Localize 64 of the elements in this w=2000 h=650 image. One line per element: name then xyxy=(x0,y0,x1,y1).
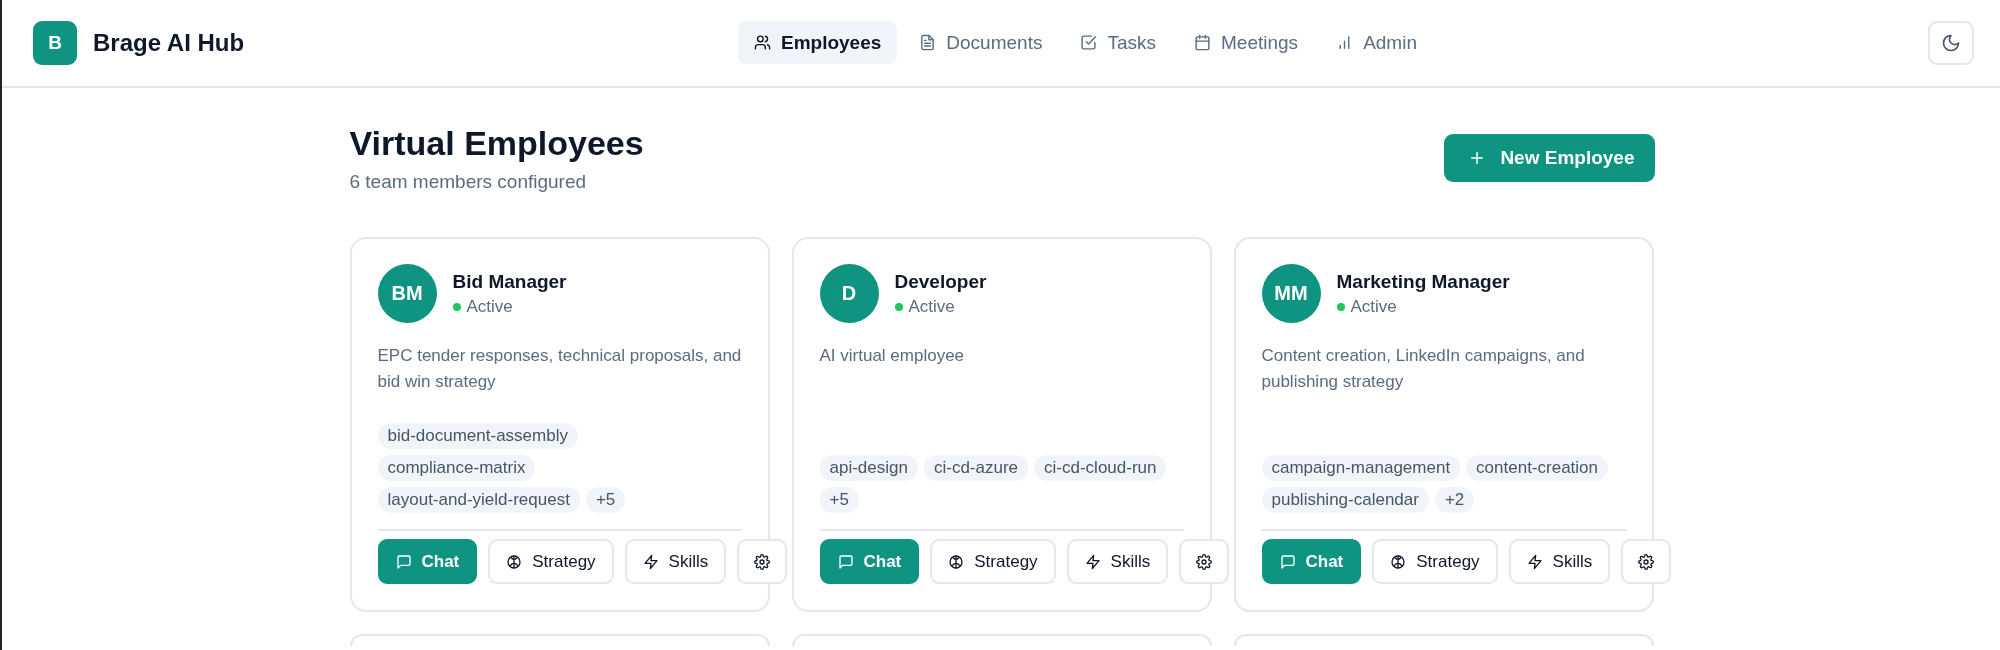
theme-toggle-button[interactable] xyxy=(1928,21,1974,65)
skill-tag: api-design xyxy=(819,455,918,481)
skill-tag: compliance-matrix xyxy=(377,455,536,481)
document-icon xyxy=(919,34,937,51)
skill-tag: ci-cd-cloud-run xyxy=(1034,455,1167,481)
moon-icon xyxy=(1941,33,1961,53)
status-label: Active xyxy=(908,296,955,317)
lightning-icon xyxy=(642,553,659,570)
lightning-icon xyxy=(1526,553,1543,570)
skills-button[interactable]: Skills xyxy=(624,539,727,584)
chat-button[interactable]: Chat xyxy=(819,539,920,584)
users-icon xyxy=(754,34,771,51)
calendar-icon xyxy=(1194,34,1211,51)
skills-button[interactable]: Skills xyxy=(1066,539,1169,584)
employee-description: EPC tender responses, technical proposals, and bid win strategy xyxy=(377,345,742,393)
brain-icon xyxy=(1390,553,1407,570)
strategy-button[interactable]: Strategy xyxy=(488,539,614,584)
chat-button[interactable]: Chat xyxy=(1261,539,1362,584)
strategy-button[interactable]: Strategy xyxy=(1372,539,1498,584)
logo[interactable]: B xyxy=(33,21,77,65)
chat-icon xyxy=(1279,553,1296,570)
settings-icon xyxy=(1638,553,1655,570)
employee-name: Developer xyxy=(894,270,987,293)
nav-tab[interactable]: Meetings xyxy=(1178,21,1315,64)
nav-tab[interactable]: Tasks xyxy=(1064,21,1172,64)
employee-name: Marketing Manager xyxy=(1336,270,1510,293)
strategy-button[interactable]: Strategy xyxy=(930,539,1056,584)
nav-tab[interactable]: Employees xyxy=(738,21,898,64)
settings-icon xyxy=(754,553,771,570)
skill-tag: +5 xyxy=(585,487,626,513)
skill-tag: layout-and-yield-request xyxy=(377,487,580,513)
employee-description: Content creation, LinkedIn campaigns, and publishing strategy xyxy=(1261,345,1586,393)
status-label: Active xyxy=(1350,296,1397,317)
skills-button[interactable]: Skills xyxy=(1508,539,1611,584)
new-employee-button[interactable]: New Employee xyxy=(1444,133,1655,182)
chat-button[interactable]: Chat xyxy=(377,539,478,584)
employee-name: Bid Manager xyxy=(452,270,567,293)
skill-tag: +5 xyxy=(819,487,859,513)
settings-icon xyxy=(1196,553,1213,570)
settings-button[interactable] xyxy=(1179,539,1230,584)
skill-tag: ci-cd-azure xyxy=(923,455,1029,481)
employee-description: AI virtual employee xyxy=(819,345,966,367)
app-title: Brage AI Hub xyxy=(93,29,245,57)
avatar: BM xyxy=(377,264,437,323)
nav-tab[interactable]: Documents xyxy=(903,21,1059,64)
skill-tag: campaign-management xyxy=(1261,455,1461,481)
nav-tab[interactable]: Admin xyxy=(1320,21,1433,64)
brain-icon xyxy=(506,553,523,570)
chat-icon xyxy=(395,553,412,570)
skill-tag: publishing-calendar xyxy=(1261,487,1429,513)
status-label: Active xyxy=(466,296,513,317)
skill-tag: content-creation xyxy=(1466,455,1608,481)
avatar: MM xyxy=(1261,264,1321,323)
skill-tag: +2 xyxy=(1434,487,1475,513)
avatar: D xyxy=(819,264,879,323)
chat-icon xyxy=(837,553,854,570)
brain-icon xyxy=(948,553,965,570)
settings-button[interactable] xyxy=(1621,539,1672,584)
lightning-icon xyxy=(1084,553,1101,570)
page-subtitle: 6 team members configured xyxy=(349,171,588,193)
skill-tag: bid-document-assembly xyxy=(377,423,578,449)
page-title: Virtual Employees xyxy=(349,124,644,163)
checkbox-icon xyxy=(1080,34,1098,51)
settings-button[interactable] xyxy=(737,539,788,584)
